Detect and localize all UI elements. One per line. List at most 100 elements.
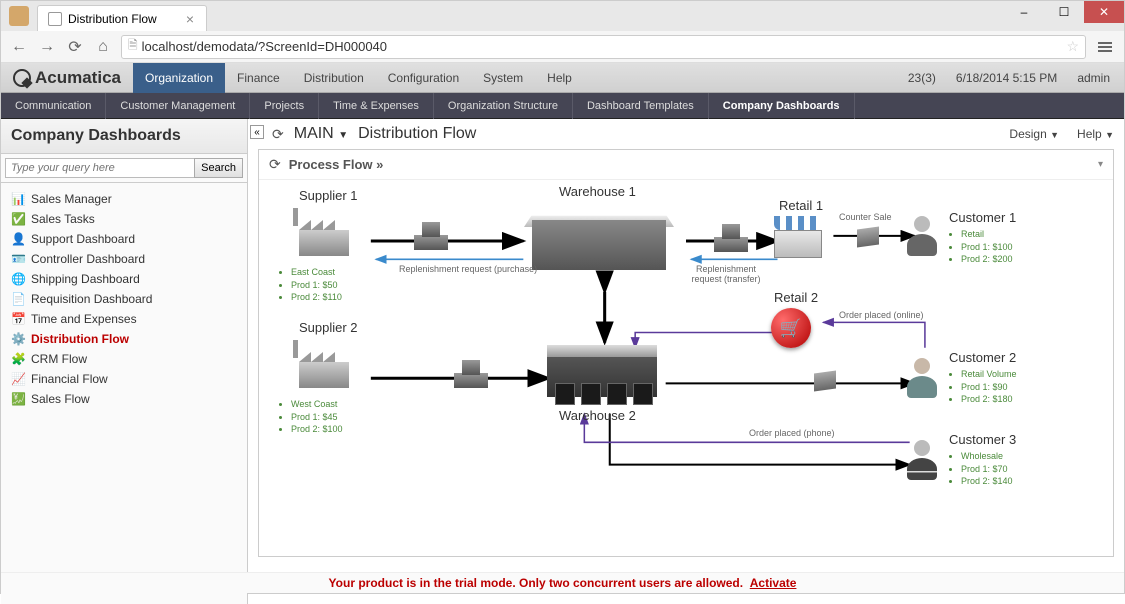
trial-message: Your product is in the trial mode. Only … — [329, 576, 744, 590]
top-nav-right: 23(3) 6/18/2014 5:15 PM admin — [908, 71, 1124, 85]
sidebar-item-shipping-dashboard[interactable]: 🌐Shipping Dashboard — [1, 269, 247, 289]
top-menu-help[interactable]: Help — [535, 63, 584, 93]
sidebar-item-distribution-flow[interactable]: ⚙️Distribution Flow — [1, 329, 247, 349]
browser-chrome: Distribution Flow × – ☐ ✕ ← → ⟳ ⌂ 🗎 ☆ — [1, 1, 1124, 63]
supplier1-info: East Coast Prod 1: $50 Prod 2: $110 — [279, 266, 342, 304]
sidebar-item-crm-flow[interactable]: 🧩CRM Flow — [1, 349, 247, 369]
sidebar-item-label: Requisition Dashboard — [31, 292, 152, 306]
url-input[interactable] — [142, 39, 1067, 54]
tab-title: Distribution Flow — [68, 12, 157, 26]
sidebar-item-label: Sales Manager — [31, 192, 112, 206]
sidebar-item-label: Distribution Flow — [31, 332, 129, 346]
sidebar-item-label: Support Dashboard — [31, 232, 135, 246]
address-bar: ← → ⟳ ⌂ 🗎 ☆ — [1, 31, 1124, 63]
sidebar-item-sales-flow[interactable]: 💹Sales Flow — [1, 389, 247, 409]
back-button[interactable]: ← — [9, 37, 29, 57]
customer3-icon[interactable] — [904, 440, 940, 482]
window-close[interactable]: ✕ — [1084, 1, 1124, 23]
browser-tab[interactable]: Distribution Flow × — [37, 5, 207, 31]
warehouse1-icon[interactable] — [524, 202, 674, 282]
warehouse2-label: Warehouse 2 — [559, 408, 636, 423]
top-menu-distribution[interactable]: Distribution — [292, 63, 376, 93]
user-icon: 👤 — [11, 232, 25, 246]
edge-label-order-online: Order placed (online) — [839, 310, 924, 320]
sub-nav-dashboard-templates[interactable]: Dashboard Templates — [573, 93, 709, 119]
sidebar-item-sales-manager[interactable]: 📊Sales Manager — [1, 189, 247, 209]
sidebar-item-sales-tasks[interactable]: ✅Sales Tasks — [1, 209, 247, 229]
top-menu-finance[interactable]: Finance — [225, 63, 292, 93]
tab-bar: Distribution Flow × – ☐ ✕ — [1, 1, 1124, 31]
window-controls: – ☐ ✕ — [1004, 1, 1124, 23]
sidebar-collapse-button[interactable]: « — [250, 125, 264, 139]
sidebar-item-support-dashboard[interactable]: 👤 Support Dashboard — [1, 229, 247, 249]
sidebar-list: 📊Sales Manager✅Sales Tasks 👤 Support Dashb… — [1, 183, 247, 415]
breadcrumb-root[interactable]: MAIN ▼ — [294, 125, 348, 143]
sub-nav-company-dashboards[interactable]: Company Dashboards — [709, 93, 855, 119]
design-menu[interactable]: Design ▼ — [1009, 127, 1059, 141]
content-header: ⟳ MAIN ▼ Distribution Flow Design ▼ Help… — [248, 119, 1124, 149]
top-menu-organization[interactable]: Organization — [133, 63, 225, 93]
id-icon: 🪪 — [11, 252, 25, 266]
tab-close-button[interactable]: × — [182, 11, 198, 27]
shipment-boxes-icon — [714, 222, 752, 252]
sidebar: Company Dashboards Search 📊Sales Manager… — [1, 119, 248, 604]
help-menu[interactable]: Help ▼ — [1077, 127, 1114, 141]
datetime: 6/18/2014 5:15 PM — [956, 71, 1057, 85]
supplier2-info: West Coast Prod 1: $45 Prod 2: $100 — [279, 398, 343, 436]
top-menu: OrganizationFinanceDistributionConfigura… — [133, 63, 584, 93]
panel-collapse-icon[interactable]: ▾ — [1098, 159, 1103, 170]
supplier2-icon[interactable] — [289, 340, 359, 388]
retail1-icon[interactable] — [774, 216, 822, 260]
panel-header: ⟳ Process Flow » ▾ — [259, 150, 1113, 180]
customer2-label: Customer 2 — [949, 350, 1016, 365]
reload-button[interactable]: ⟳ — [65, 37, 85, 57]
edge-label-replen-purchase: Replenishment request (purchase) — [399, 264, 537, 274]
sub-nav-communication[interactable]: Communication — [1, 93, 106, 119]
url-field-wrap: 🗎 ☆ — [121, 35, 1086, 59]
brand[interactable]: Acumatica — [1, 68, 133, 88]
sub-nav-projects[interactable]: Projects — [250, 93, 319, 119]
sub-nav-time-&-expenses[interactable]: Time & Expenses — [319, 93, 434, 119]
breadcrumb-current: Distribution Flow — [358, 125, 476, 143]
activate-link[interactable]: Activate — [750, 576, 797, 590]
bookmark-star-icon[interactable]: ☆ — [1066, 38, 1079, 55]
notification-count[interactable]: 23(3) — [908, 71, 936, 85]
browser-menu-icon[interactable] — [1094, 38, 1116, 56]
retail1-label: Retail 1 — [779, 198, 823, 213]
window-maximize[interactable]: ☐ — [1044, 1, 1084, 23]
search-button[interactable]: Search — [194, 158, 243, 178]
cal-icon: 📅 — [11, 312, 25, 326]
retail2-cart-icon[interactable]: 🛒 — [771, 308, 811, 348]
user-label[interactable]: admin — [1077, 71, 1110, 85]
home-button[interactable]: ⌂ — [93, 37, 113, 57]
sidebar-item-label: Financial Flow — [31, 372, 108, 386]
search-input[interactable] — [5, 158, 195, 178]
edge-label-order-phone: Order placed (phone) — [749, 428, 835, 438]
sidebar-item-requisition-dashboard[interactable]: 📄Requisition Dashboard — [1, 289, 247, 309]
refresh-icon[interactable]: ⟳ — [272, 126, 284, 143]
sub-nav-customer-management[interactable]: Customer Management — [106, 93, 250, 119]
panel-refresh-icon[interactable]: ⟳ — [269, 156, 281, 173]
sidebar-item-financial-flow[interactable]: 📈 Financial Flow — [1, 369, 247, 389]
package-icon — [814, 370, 836, 391]
top-menu-system[interactable]: System — [471, 63, 535, 93]
shipment-boxes-icon — [414, 220, 452, 250]
sidebar-item-controller-dashboard[interactable]: 🪪Controller Dashboard — [1, 249, 247, 269]
profile-avatar[interactable] — [9, 6, 29, 26]
shipment-boxes-icon — [454, 358, 492, 388]
customer1-icon[interactable] — [904, 216, 940, 258]
warehouse1-label: Warehouse 1 — [559, 184, 636, 199]
sidebar-item-label: Time and Expenses — [31, 312, 137, 326]
content: « ⟳ MAIN ▼ Distribution Flow Design ▼ He… — [248, 119, 1124, 604]
warehouse2-icon[interactable] — [547, 345, 657, 405]
sidebar-item-time-and-expenses[interactable]: 📅 Time and Expenses — [1, 309, 247, 329]
window-minimize[interactable]: – — [1004, 1, 1044, 23]
sub-nav-organization-structure[interactable]: Organization Structure — [434, 93, 573, 119]
chart-icon: 📈 — [11, 372, 25, 386]
customer2-icon[interactable] — [904, 358, 940, 400]
supplier1-icon[interactable] — [289, 208, 359, 256]
process-flow-panel: ⟳ Process Flow » ▾ — [258, 149, 1114, 557]
top-menu-configuration[interactable]: Configuration — [376, 63, 471, 93]
customer1-label: Customer 1 — [949, 210, 1016, 225]
forward-button[interactable]: → — [37, 37, 57, 57]
